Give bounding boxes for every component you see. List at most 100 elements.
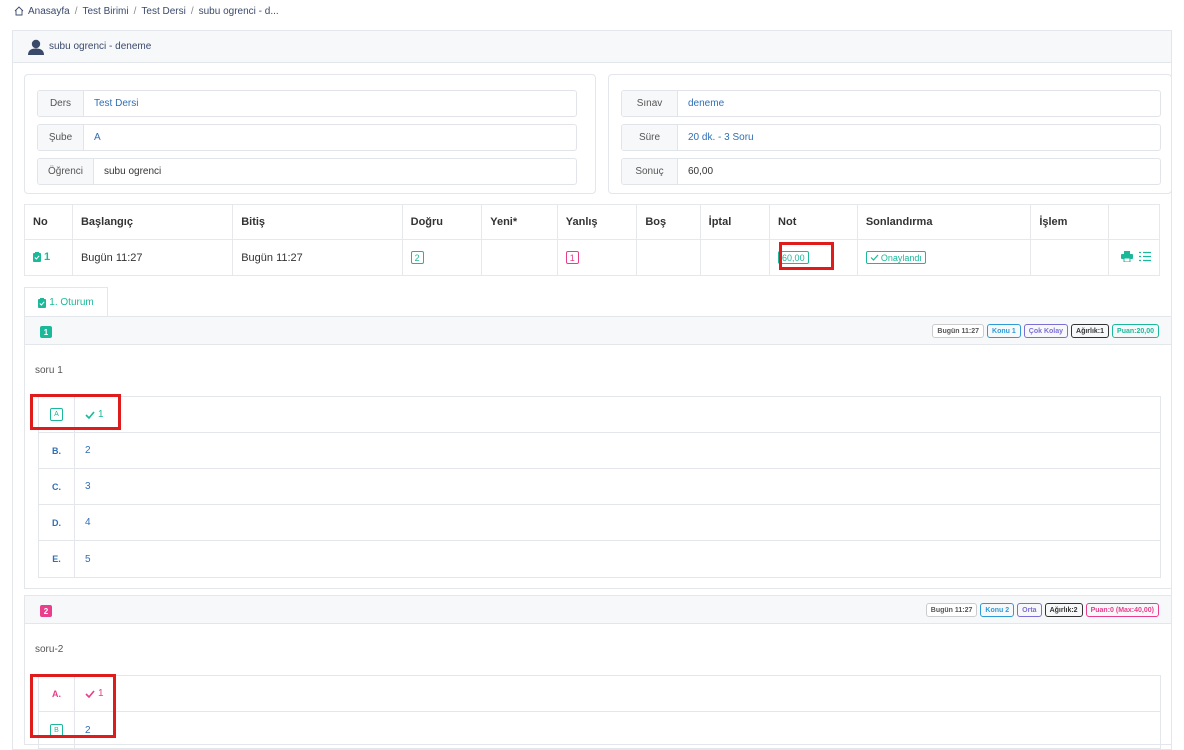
option-value: 2: [85, 724, 91, 736]
cell-wrong: 1: [556, 239, 638, 276]
clipboard-check-icon: [33, 251, 41, 262]
breadcrumb-item-home[interactable]: Anasayfa: [28, 6, 70, 17]
col-header: Bitiş: [232, 204, 403, 240]
course-info-box: Ders Test Dersi Şube A Öğrenci subu ogre…: [24, 74, 596, 194]
cell-cancel: [699, 239, 771, 276]
cell-new: [481, 239, 558, 276]
info-value: Test Dersi: [94, 98, 139, 109]
card-title: subu ogrenci - deneme: [49, 41, 152, 52]
col-header: Yeni*: [481, 204, 558, 240]
cell-empty: [636, 239, 701, 276]
tag-topic: Konu 2: [980, 603, 1015, 617]
cell-no: 1: [24, 239, 73, 276]
question-header: 1 Bugün 11:27 Konu 1 Çok Kolay Ağırlık:1…: [25, 317, 1171, 345]
info-row-branch: Şube A: [37, 124, 577, 151]
info-label: Şube: [38, 125, 84, 150]
check-icon: [870, 254, 879, 261]
tag-difficulty: Orta: [1017, 603, 1042, 617]
options-list: A 1 B. 2 C. 3 D. 4 E. 5: [38, 396, 1161, 578]
info-label: Ders: [38, 91, 84, 116]
option-a: A. 1: [39, 676, 1160, 712]
option-letter: B.: [39, 433, 75, 468]
info-row-result: Sonuç 60,00: [621, 158, 1161, 185]
answer-highlight-q1: [30, 394, 121, 430]
status-badge: Onaylandı: [865, 251, 926, 264]
tag-time: Bugün 11:27: [932, 324, 985, 338]
info-row-exam: Sınav deneme: [621, 90, 1161, 117]
breadcrumb-separator: /: [190, 5, 194, 17]
option-value: 5: [85, 553, 91, 565]
table-row: 1 Bugün 11:27 Bugün 11:27 2 1 60,00 Onay…: [24, 239, 1161, 276]
tag-weight: Ağırlık:1: [1071, 324, 1110, 338]
info-row-student: Öğrenci subu ogrenci: [37, 158, 577, 185]
option-value: 3: [85, 481, 91, 492]
option-a: A 1: [39, 397, 1160, 433]
col-header: No: [24, 204, 73, 240]
tag-weight: Ağırlık:2: [1044, 603, 1083, 617]
breadcrumb-item-course[interactable]: Test Dersi: [141, 6, 185, 17]
question-tags: Bugün 11:27 Konu 2 Orta Ağırlık:2 Puan:0…: [925, 603, 1159, 617]
col-header: Boş: [636, 204, 701, 240]
col-header: İşlem: [1030, 204, 1109, 240]
home-icon[interactable]: [14, 6, 24, 16]
question-text: soru 1: [35, 365, 63, 376]
info-value: deneme: [688, 98, 725, 109]
correct-count-badge: 2: [410, 251, 424, 264]
option-b: B. 2: [39, 433, 1160, 469]
options-list: A. 1 B 2: [38, 675, 1161, 749]
tab-session-1[interactable]: 1. Oturum: [24, 287, 108, 317]
breadcrumb-item-unit[interactable]: Test Birimi: [82, 6, 128, 17]
table-header-row: No Başlangıç Bitiş Doğru Yeni* Yanlış Bo…: [24, 204, 1161, 240]
info-label: Sonuç: [622, 159, 678, 184]
option-b: B 2: [39, 712, 1160, 748]
option-text: 1: [75, 676, 1160, 711]
option-letter: C.: [39, 469, 75, 504]
option-e: E. 5: [39, 541, 1160, 577]
cell-tools: [1107, 239, 1161, 276]
tab-label: 1. Oturum: [49, 297, 94, 308]
print-icon[interactable]: [1120, 250, 1133, 262]
question-tags: Bugün 11:27 Konu 1 Çok Kolay Ağırlık:1 P…: [932, 324, 1159, 338]
option-text: 1: [75, 397, 1160, 432]
info-row-course: Ders Test Dersi: [37, 90, 577, 117]
option-letter: E.: [39, 541, 75, 577]
cell-correct: 2: [401, 239, 483, 276]
col-header: Sonlandırma: [856, 204, 1032, 240]
col-header: İptal: [699, 204, 771, 240]
breadcrumb-item-current: subu ogrenci - d...: [198, 5, 279, 17]
option-letter: D.: [39, 505, 75, 540]
cell-end: Bugün 11:27: [232, 239, 403, 276]
info-value: 20 dk. - 3 Soru: [688, 132, 754, 143]
cell-start: Bugün 11:27: [71, 239, 234, 276]
status-label: Onaylandı: [880, 252, 922, 263]
grade-highlight: [779, 242, 834, 270]
info-value: A: [94, 132, 101, 143]
question-text: soru-2: [35, 644, 64, 655]
wrong-count-badge: 1: [565, 251, 579, 264]
question-header: 2 Bugün 11:27 Konu 2 Orta Ağırlık:2 Puan…: [25, 596, 1171, 624]
exam-info-box: Sınav deneme Süre 20 dk. - 3 Soru Sonuç …: [608, 74, 1172, 194]
option-value: 2: [85, 445, 91, 456]
breadcrumb: Anasayfa / Test Birimi / Test Dersi / su…: [14, 2, 279, 20]
option-d: D. 4: [39, 505, 1160, 541]
breadcrumb-separator: /: [74, 5, 78, 17]
cell-status: Onaylandı: [856, 239, 1032, 276]
question-number-badge: 1: [40, 326, 52, 338]
option-value: 4: [85, 517, 91, 528]
tag-difficulty: Çok Kolay: [1023, 324, 1069, 338]
tag-time: Bugün 11:27: [925, 603, 978, 617]
info-value: subu ogrenci: [104, 166, 162, 177]
info-value: 60,00: [688, 166, 714, 177]
clipboard-check-icon: [38, 297, 47, 308]
breadcrumb-separator: /: [133, 5, 137, 17]
tag-topic: Konu 1: [987, 324, 1021, 338]
row-number: 1: [44, 250, 51, 263]
results-table: No Başlangıç Bitiş Doğru Yeni* Yanlış Bo…: [24, 204, 1161, 276]
list-icon[interactable]: [1139, 251, 1151, 262]
answer-highlight-q2: [30, 674, 116, 738]
info-label: Öğrenci: [38, 159, 94, 184]
info-label: Sınav: [622, 91, 678, 116]
col-header: Yanlış: [556, 204, 638, 240]
cell-action: [1030, 239, 1109, 276]
col-header: Doğru: [401, 204, 483, 240]
